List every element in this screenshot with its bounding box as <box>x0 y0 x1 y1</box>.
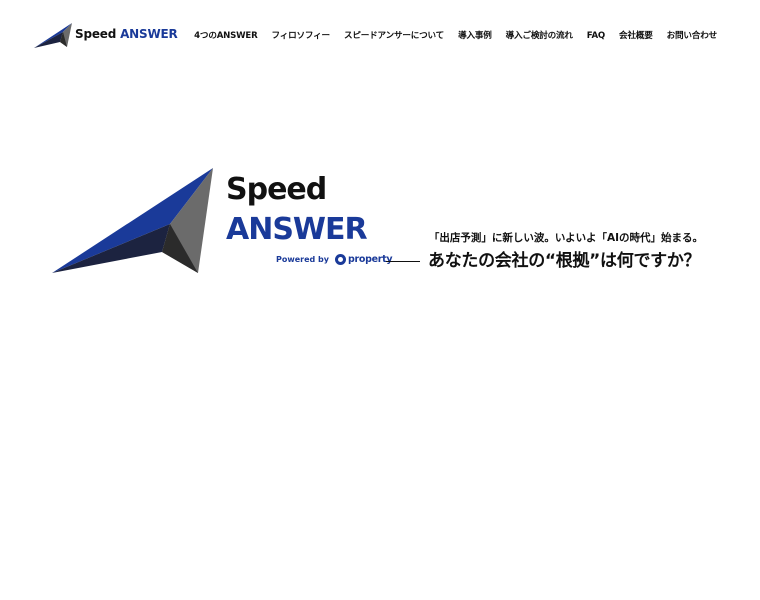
nav-item-case-studies[interactable]: 導入事例 <box>458 30 492 42</box>
tagline-main: あなたの会社の“根拠”は何ですか？ <box>428 251 701 271</box>
nav-item-about[interactable]: スピードアンサーについて <box>344 30 444 42</box>
header-logo-wordmark: Speed ANSWER <box>75 27 178 41</box>
nav-item-faq[interactable]: FAQ <box>587 30 605 42</box>
header-logo-speed: Speed <box>75 27 117 41</box>
nav-item-company[interactable]: 会社概要 <box>619 30 653 42</box>
site-header: Speed ANSWER 4つのANSWER フィロソフィー スピードアンサーに… <box>0 0 760 72</box>
nav-item-contact[interactable]: お問い合わせ <box>667 30 718 42</box>
paper-plane-mark-icon <box>34 23 72 48</box>
powered-by: Powered by property <box>276 254 393 265</box>
main-nav: 4つのANSWER フィロソフィー スピードアンサーについて 導入事例 導入ご検… <box>194 30 717 42</box>
property-logo-icon <box>335 254 346 265</box>
header-logo-answer: ANSWER <box>120 27 178 41</box>
powered-by-label: Powered by <box>276 255 329 264</box>
tagline-divider <box>386 260 420 262</box>
hero-logo-answer: ANSWER <box>226 212 368 247</box>
property-logo: property <box>335 254 393 265</box>
page: Speed ANSWER 4つのANSWER フィロソフィー スピードアンサーに… <box>0 0 760 600</box>
tagline-sub: 「出店予測」に新しい波。いよいよ「AIの時代」始まる。 <box>428 232 703 244</box>
nav-item-flow[interactable]: 導入ご検討の流れ <box>506 30 573 42</box>
header-logo-link[interactable]: Speed ANSWER <box>34 22 178 50</box>
hero-paper-plane-mark-icon <box>52 168 213 273</box>
tagline-row: あなたの会社の“根拠”は何ですか？ <box>386 249 701 273</box>
nav-item-4-answers[interactable]: 4つのANSWER <box>194 30 258 42</box>
hero-logo-speed: Speed <box>226 172 327 207</box>
nav-item-philosophy[interactable]: フィロソフィー <box>272 30 331 42</box>
